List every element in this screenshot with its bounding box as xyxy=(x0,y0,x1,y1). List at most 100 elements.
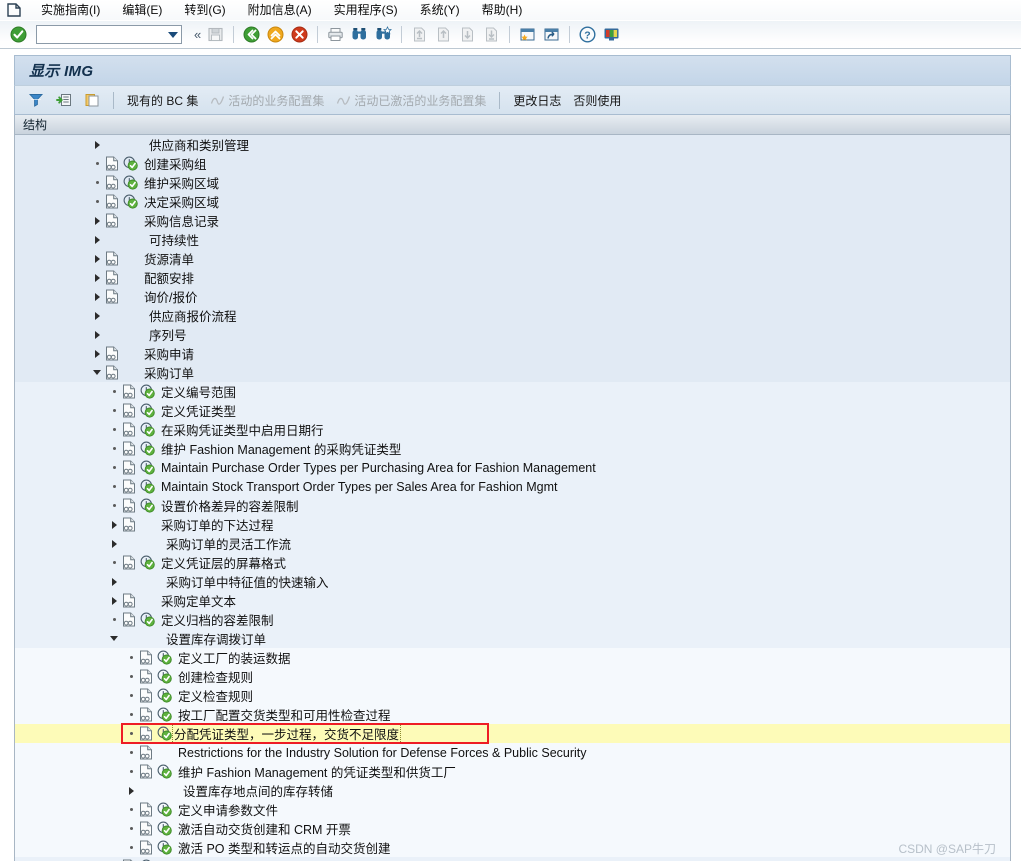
tree-row-label[interactable]: 采购信息记录 xyxy=(139,211,219,230)
first-page-button[interactable] xyxy=(409,24,430,45)
tree-row-label[interactable]: 决定采购区域 xyxy=(139,192,219,211)
find-next-button[interactable] xyxy=(373,24,394,45)
tree-row-label[interactable]: 维护 Fashion Management 的采购凭证类型 xyxy=(156,439,401,458)
tree-row[interactable]: 创建采购组 xyxy=(15,154,1010,173)
tree-row-label[interactable]: 创建采购组 xyxy=(139,154,207,173)
tree-row[interactable]: Maintain Stock Transport Order Types per… xyxy=(15,477,1010,496)
tree-row[interactable]: 激活自动交货创建和 CRM 开票 xyxy=(15,819,1010,838)
execute-img-activity-icon[interactable] xyxy=(155,724,173,743)
execute-img-activity-icon[interactable] xyxy=(138,496,156,515)
img-structure-tree[interactable]: CSDN @SAP牛刀 供应商和类别管理 创建采购组 维护采购区域 决定采购区域 采购信… xyxy=(14,135,1011,861)
tree-row[interactable]: 创建检查规则 xyxy=(15,667,1010,686)
active-business-config-sets-button[interactable]: 活动的业务配置集 xyxy=(205,89,329,111)
filter-button[interactable] xyxy=(23,89,49,111)
tree-row-label[interactable]: 设置库存调拨订单 xyxy=(156,629,266,648)
documentation-icon[interactable] xyxy=(137,686,155,705)
tree-row-label[interactable]: 设置价格差异的容差限制 xyxy=(156,496,299,515)
execute-img-activity-icon[interactable] xyxy=(138,401,156,420)
sap-session-icon[interactable] xyxy=(4,1,24,19)
cancel-button[interactable] xyxy=(289,24,310,45)
execute-img-activity-icon[interactable] xyxy=(155,705,173,724)
tree-row-label[interactable]: 按工厂配置交货类型和可用性检查过程 xyxy=(173,705,391,724)
tree-row-label[interactable]: 货源清单 xyxy=(139,249,194,268)
tree-row-label[interactable]: 维护采购区域 xyxy=(139,173,219,192)
tree-row[interactable]: 定义工厂的装运数据 xyxy=(15,648,1010,667)
tree-row[interactable]: 采购信息记录 xyxy=(15,211,1010,230)
find-button[interactable] xyxy=(349,24,370,45)
execute-img-activity-icon[interactable] xyxy=(138,458,156,477)
documentation-icon[interactable] xyxy=(120,553,138,572)
expand-node-icon[interactable] xyxy=(125,781,137,800)
create-shortcut-button[interactable] xyxy=(541,24,562,45)
tree-row[interactable]: 定义凭证类型 xyxy=(15,401,1010,420)
next-page-button[interactable] xyxy=(457,24,478,45)
release-notes-button[interactable]: 否则使用 xyxy=(568,89,626,111)
documentation-icon[interactable] xyxy=(103,363,121,382)
tree-row[interactable]: 激活 PO 类型和转运点的自动交货创建 xyxy=(15,838,1010,857)
menu-item-edit[interactable]: 编辑(E) xyxy=(111,1,173,20)
expand-node-icon[interactable] xyxy=(91,344,103,363)
execute-img-activity-icon[interactable] xyxy=(155,686,173,705)
expand-node-icon[interactable] xyxy=(108,572,120,591)
documentation-icon[interactable] xyxy=(120,439,138,458)
documentation-icon[interactable] xyxy=(103,154,121,173)
expand-node-icon[interactable] xyxy=(91,211,103,230)
tree-row-label[interactable]: 定义凭证类型 xyxy=(156,401,236,420)
documentation-icon[interactable] xyxy=(137,667,155,686)
documentation-icon[interactable] xyxy=(120,591,138,610)
change-log-button[interactable]: 更改日志 xyxy=(508,89,566,111)
tree-row-label[interactable]: 创建检查规则 xyxy=(173,667,253,686)
customize-layout-button[interactable] xyxy=(601,24,622,45)
tree-row-label[interactable]: 供应商报价流程 xyxy=(139,306,237,325)
existing-bc-sets-button[interactable]: 现有的 BC 集 xyxy=(122,89,203,111)
tree-row[interactable]: 序列号 xyxy=(15,325,1010,344)
documentation-icon[interactable] xyxy=(137,724,155,743)
documentation-icon[interactable] xyxy=(137,800,155,819)
tree-row-label[interactable]: 序列号 xyxy=(139,325,187,344)
menu-item-system[interactable]: 系统(Y) xyxy=(409,1,471,20)
enter-green-check-icon[interactable] xyxy=(8,24,29,45)
tree-row[interactable]: 在采购凭证类型中启用日期行 xyxy=(15,420,1010,439)
tree-row[interactable]: 采购订单中特征值的快速输入 xyxy=(15,572,1010,591)
double-chevron-left-icon[interactable]: « xyxy=(191,27,202,42)
expand-node-icon[interactable] xyxy=(91,306,103,325)
documentation-icon[interactable] xyxy=(120,458,138,477)
execute-img-activity-icon[interactable] xyxy=(121,192,139,211)
tree-row[interactable]: 供应商和类别管理 xyxy=(15,135,1010,154)
tree-row-label[interactable]: 采购订单中特征值的快速输入 xyxy=(156,572,329,591)
expand-node-icon[interactable] xyxy=(91,268,103,287)
documentation-icon[interactable] xyxy=(103,211,121,230)
documentation-icon[interactable] xyxy=(103,344,121,363)
tree-row-label[interactable]: 可持续性 xyxy=(139,230,199,249)
tree-row-label[interactable]: 配额安排 xyxy=(139,268,194,287)
chevron-down-icon[interactable] xyxy=(168,32,178,38)
tree-row-label[interactable]: 定义申请参数文件 xyxy=(173,800,278,819)
collapse-node-icon[interactable] xyxy=(91,363,103,382)
insert-node-button[interactable] xyxy=(51,89,77,111)
tree-row[interactable]: 询价/报价 xyxy=(15,287,1010,306)
tree-row[interactable]: 分配凭证类型，一步过程，交货不足限度 xyxy=(15,723,1010,744)
expand-node-icon[interactable] xyxy=(108,591,120,610)
tree-row[interactable]: 按工厂配置交货类型和可用性检查过程 xyxy=(15,705,1010,724)
previous-page-button[interactable] xyxy=(433,24,454,45)
exit-button[interactable] xyxy=(265,24,286,45)
documentation-icon[interactable] xyxy=(137,648,155,667)
tree-row[interactable]: 定义检查规则 xyxy=(15,686,1010,705)
tree-row-label[interactable]: 激活自动交货创建和 CRM 开票 xyxy=(173,819,351,838)
execute-img-activity-icon[interactable] xyxy=(138,553,156,572)
tree-row[interactable]: 设置库存地点间的库存转储 xyxy=(15,781,1010,800)
tree-row-label[interactable]: 定义编号范围 xyxy=(156,382,236,401)
execute-img-activity-icon[interactable] xyxy=(138,420,156,439)
documentation-icon[interactable] xyxy=(120,610,138,629)
documentation-icon[interactable] xyxy=(137,743,155,762)
tree-row[interactable]: 可持续性 xyxy=(15,230,1010,249)
documentation-icon[interactable] xyxy=(120,857,138,861)
execute-img-activity-icon[interactable] xyxy=(138,439,156,458)
tree-row[interactable]: 定义凭证层的屏幕格式 xyxy=(15,553,1010,572)
tree-row-label[interactable]: 定义凭证层的屏幕格式 xyxy=(156,553,286,572)
menu-item-utilities[interactable]: 实用程序(S) xyxy=(323,1,409,20)
save-button[interactable] xyxy=(205,24,226,45)
print-button[interactable] xyxy=(325,24,346,45)
command-field[interactable] xyxy=(36,25,182,44)
tree-row[interactable]: 定义编号范围 xyxy=(15,382,1010,401)
